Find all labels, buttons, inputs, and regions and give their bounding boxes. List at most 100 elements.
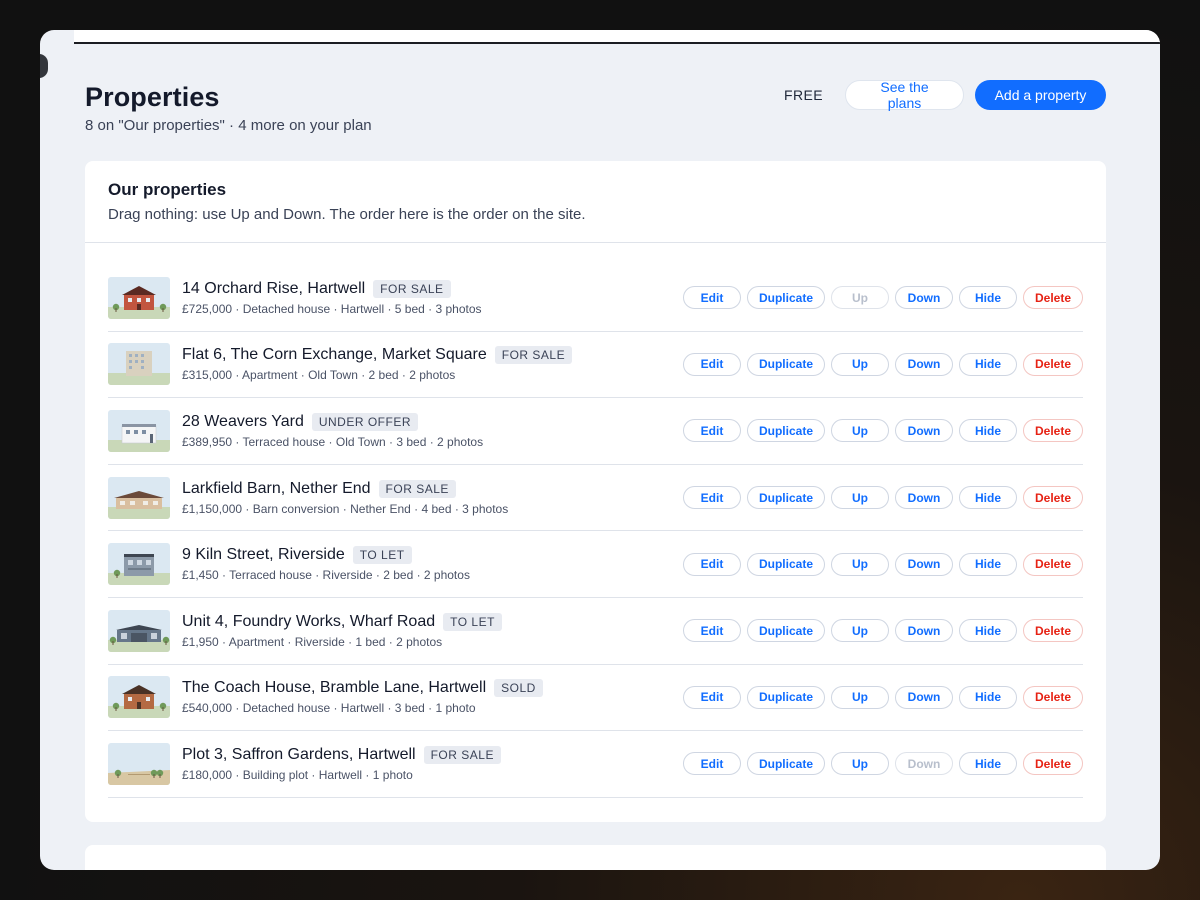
move-up-button[interactable]: Up: [831, 419, 889, 443]
sidebar-toggle-handle[interactable]: [40, 54, 48, 78]
move-down-button[interactable]: Down: [895, 419, 953, 443]
edit-button[interactable]: Edit: [683, 286, 741, 310]
hide-button[interactable]: Hide: [959, 419, 1017, 443]
property-name[interactable]: Flat 6, The Corn Exchange, Market Square: [182, 346, 487, 364]
property-info: Larkfield Barn, Nether End FOR SALE £1,1…: [182, 479, 677, 516]
property-info: 9 Kiln Street, Riverside TO LET £1,450 ·…: [182, 546, 677, 582]
property-info: 14 Orchard Rise, Hartwell FOR SALE £725,…: [182, 279, 677, 316]
property-name[interactable]: Plot 3, Saffron Gardens, Hartwell: [182, 746, 416, 764]
property-meta: £180,000 · Building plot · Hartwell · 1 …: [182, 767, 413, 782]
edit-button[interactable]: Edit: [683, 752, 741, 776]
property-meta: £1,450 · Terraced house · Riverside · 2 …: [182, 568, 470, 583]
property-thumbnail[interactable]: [108, 476, 170, 519]
property-row-7: The Coach House, Bramble Lane, Hartwell …: [108, 665, 1083, 732]
hide-button[interactable]: Hide: [959, 752, 1017, 776]
page-header: Properties 8 on "Our properties" · 4 mor…: [85, 82, 372, 134]
property-thumbnail[interactable]: [108, 276, 170, 319]
property-info: Unit 4, Foundry Works, Wharf Road TO LET…: [182, 612, 677, 649]
row-actions: Edit Duplicate Up Down Hide Delete: [677, 685, 1083, 709]
duplicate-button[interactable]: Duplicate: [747, 352, 825, 376]
property-name[interactable]: 14 Orchard Rise, Hartwell: [182, 280, 365, 298]
card-description: Drag nothing: use Up and Down. The order…: [108, 206, 586, 223]
status-badge: FOR SALE: [494, 346, 573, 365]
window-top-bar: [74, 30, 1160, 44]
property-list: 14 Orchard Rise, Hartwell FOR SALE £725,…: [108, 265, 1083, 798]
delete-button[interactable]: Delete: [1023, 286, 1083, 310]
property-meta: £1,950 · Apartment · Riverside · 1 bed ·…: [182, 634, 443, 649]
move-down-button[interactable]: Down: [895, 685, 953, 709]
duplicate-button[interactable]: Duplicate: [747, 752, 825, 776]
edit-button[interactable]: Edit: [683, 419, 741, 443]
page-subtitle: 8 on "Our properties" · 4 more on your p…: [85, 117, 372, 134]
plan-label: FREE: [784, 87, 823, 103]
edit-button[interactable]: Edit: [683, 619, 741, 643]
duplicate-button[interactable]: Duplicate: [747, 286, 825, 310]
delete-button[interactable]: Delete: [1023, 552, 1083, 576]
edit-button[interactable]: Edit: [683, 685, 741, 709]
edit-button[interactable]: Edit: [683, 486, 741, 510]
property-meta: £725,000 · Detached house · Hartwell · 5…: [182, 301, 482, 316]
delete-button[interactable]: Delete: [1023, 752, 1083, 776]
property-info: Flat 6, The Corn Exchange, Market Square…: [182, 346, 677, 382]
hide-button[interactable]: Hide: [959, 552, 1017, 576]
row-actions: Edit Duplicate Up Down Hide Delete: [677, 286, 1083, 310]
move-up-button[interactable]: Up: [831, 352, 889, 376]
delete-button[interactable]: Delete: [1023, 685, 1083, 709]
move-down-button[interactable]: Down: [895, 552, 953, 576]
hide-button[interactable]: Hide: [959, 685, 1017, 709]
hide-button[interactable]: Hide: [959, 619, 1017, 643]
duplicate-button[interactable]: Duplicate: [747, 685, 825, 709]
property-name[interactable]: 28 Weavers Yard: [182, 413, 304, 431]
move-up-button[interactable]: Up: [831, 286, 889, 310]
hide-button[interactable]: Hide: [959, 486, 1017, 510]
property-info: 28 Weavers Yard UNDER OFFER £389,950 · T…: [182, 412, 677, 449]
property-name[interactable]: The Coach House, Bramble Lane, Hartwell: [182, 679, 486, 697]
property-name[interactable]: Larkfield Barn, Nether End: [182, 480, 371, 498]
edit-button[interactable]: Edit: [683, 352, 741, 376]
add-property-button[interactable]: Add a property: [975, 80, 1106, 110]
row-actions: Edit Duplicate Up Down Hide Delete: [677, 552, 1083, 576]
header-actions: FREE See the plans Add a property: [784, 79, 1106, 111]
move-down-button[interactable]: Down: [895, 619, 953, 643]
see-plans-button[interactable]: See the plans: [845, 79, 964, 111]
hide-button[interactable]: Hide: [959, 286, 1017, 310]
move-up-button[interactable]: Up: [831, 552, 889, 576]
move-down-button[interactable]: Down: [895, 486, 953, 510]
move-up-button[interactable]: Up: [831, 752, 889, 776]
delete-button[interactable]: Delete: [1023, 352, 1083, 376]
property-thumbnail[interactable]: [108, 343, 170, 386]
edit-button[interactable]: Edit: [683, 552, 741, 576]
duplicate-button[interactable]: Duplicate: [747, 419, 825, 443]
secondary-card: [85, 845, 1106, 870]
move-down-button[interactable]: Down: [895, 352, 953, 376]
delete-button[interactable]: Delete: [1023, 486, 1083, 510]
duplicate-button[interactable]: Duplicate: [747, 486, 825, 510]
status-badge: TO LET: [443, 612, 502, 631]
property-thumbnail[interactable]: [108, 609, 170, 652]
property-thumbnail[interactable]: [108, 742, 170, 785]
row-actions: Edit Duplicate Up Down Hide Delete: [677, 419, 1083, 443]
move-up-button[interactable]: Up: [831, 685, 889, 709]
move-up-button[interactable]: Up: [831, 486, 889, 510]
duplicate-button[interactable]: Duplicate: [747, 619, 825, 643]
move-up-button[interactable]: Up: [831, 619, 889, 643]
property-thumbnail[interactable]: [108, 543, 170, 586]
property-name[interactable]: 9 Kiln Street, Riverside: [182, 546, 345, 564]
property-info: Plot 3, Saffron Gardens, Hartwell FOR SA…: [182, 745, 677, 782]
row-actions: Edit Duplicate Up Down Hide Delete: [677, 619, 1083, 643]
property-thumbnail[interactable]: [108, 676, 170, 719]
property-meta: £540,000 · Detached house · Hartwell · 3…: [182, 701, 476, 716]
duplicate-button[interactable]: Duplicate: [747, 552, 825, 576]
move-down-button[interactable]: Down: [895, 286, 953, 310]
property-name[interactable]: Unit 4, Foundry Works, Wharf Road: [182, 613, 435, 631]
property-row-8: Plot 3, Saffron Gardens, Hartwell FOR SA…: [108, 731, 1083, 798]
row-actions: Edit Duplicate Up Down Hide Delete: [677, 752, 1083, 776]
delete-button[interactable]: Delete: [1023, 419, 1083, 443]
property-meta: £1,150,000 · Barn conversion · Nether En…: [182, 501, 509, 516]
move-down-button[interactable]: Down: [895, 752, 953, 776]
property-row-4: Larkfield Barn, Nether End FOR SALE £1,1…: [108, 465, 1083, 532]
hide-button[interactable]: Hide: [959, 352, 1017, 376]
property-thumbnail[interactable]: [108, 409, 170, 452]
delete-button[interactable]: Delete: [1023, 619, 1083, 643]
card-title: Our properties: [108, 180, 227, 199]
